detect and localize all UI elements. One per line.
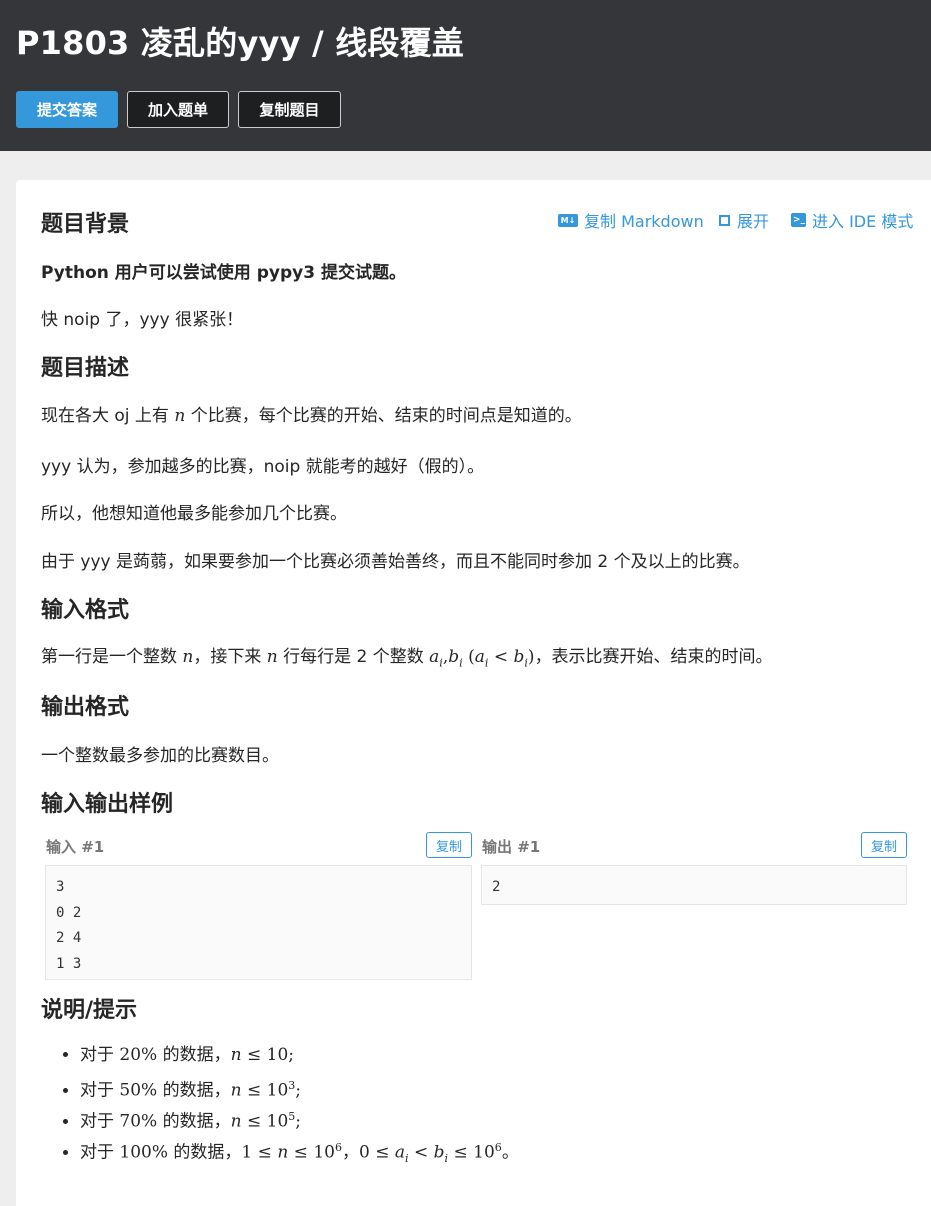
add-to-list-button[interactable]: 加入题单 [127,91,229,128]
output-format-text: 一个整数最多参加的比赛数目。 [41,746,279,766]
hint-item: 对于 100% 的数据，1 ≤ n ≤ 106，0 ≤ ai < bi ≤ 10… [80,1135,519,1166]
description-paragraph-4: 由于 yyy 是蒟蒻，如果要参加一个比赛必须善始善终，而且不能同时参加 2 个及… [41,552,750,572]
sample-input-label: 输入 #1 [46,838,105,856]
copy-input-button[interactable]: 复制 [426,832,472,858]
copy-markdown-label: 复制 Markdown [584,212,704,231]
background-python-note: Python 用户可以尝试使用 pypy3 提交试题。 [41,263,406,283]
copy-markdown-link[interactable]: M↓ 复制 Markdown [558,208,704,232]
samples-heading: 输入输出样例 [41,792,174,817]
hints-list: 对于 20% 的数据，n ≤ 10; 对于 50% 的数据，n ≤ 103; 对… [56,1042,519,1166]
input-format-text: 第一行是一个整数 n，接下来 n 行每行是 2 个整数 ai,bi (ai < … [41,647,773,670]
background-heading: 题目背景 [41,212,130,237]
ide-mode-label: 进入 IDE 模式 [812,212,914,231]
hint-item: 对于 50% 的数据，n ≤ 103; [80,1073,519,1104]
description-heading: 题目描述 [41,356,130,381]
expand-link[interactable]: 展开 [719,208,769,232]
expand-icon [719,214,730,226]
sample-input-box[interactable]: 3 0 2 2 4 1 3 [45,865,472,980]
problem-card: M↓ 复制 Markdown 展开 >_ 进入 IDE 模式 题目背景 Pyth… [16,180,931,1206]
terminal-icon: >_ [791,213,806,227]
description-paragraph-2: yyy 认为，参加越多的比赛，noip 就能考的越好（假的）。 [41,457,485,477]
background-text: 快 noip 了，yyy 很紧张！ [41,310,244,330]
description-paragraph-3: 所以，他想知道他最多能参加几个比赛。 [41,504,347,524]
page-title: P1803 凌乱的yyy / 线段覆盖 [16,24,465,62]
output-format-heading: 输出格式 [41,695,130,720]
sample-output-label: 输出 #1 [482,838,541,856]
copy-output-button[interactable]: 复制 [861,832,907,858]
page-header: P1803 凌乱的yyy / 线段覆盖 提交答案 加入题单 复制题目 [0,0,931,151]
input-format-heading: 输入格式 [41,598,130,623]
hint-item: 对于 20% 的数据，n ≤ 10; [80,1042,519,1073]
description-paragraph-1: 现在各大 oj 上有 n 个比赛，每个比赛的开始、结束的时间点是知道的。 [41,406,582,426]
markdown-icon: M↓ [558,213,578,227]
hint-item: 对于 70% 的数据，n ≤ 105; [80,1104,519,1135]
expand-label: 展开 [737,212,770,231]
submit-answer-button[interactable]: 提交答案 [16,91,118,128]
copy-problem-button[interactable]: 复制题目 [238,91,341,128]
sample-output-box[interactable]: 2 [481,865,907,905]
ide-mode-link[interactable]: >_ 进入 IDE 模式 [791,208,913,232]
hints-heading: 说明/提示 [41,998,138,1023]
